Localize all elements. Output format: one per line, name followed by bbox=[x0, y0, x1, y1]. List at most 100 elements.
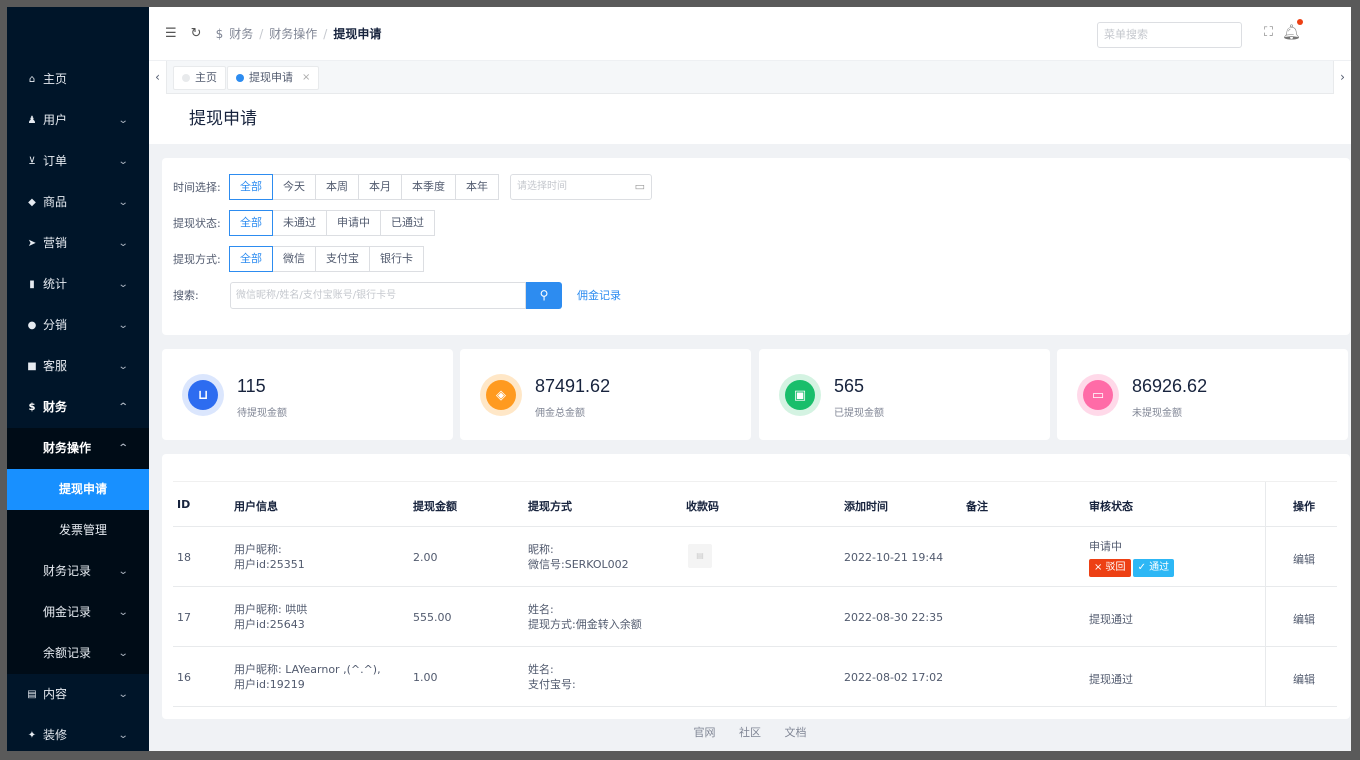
column-header: 备注 bbox=[966, 500, 988, 513]
time-option-year[interactable]: 本年 bbox=[455, 174, 499, 200]
chevron-up-icon: ⌃ bbox=[117, 443, 129, 454]
distribution-icon: ● bbox=[27, 320, 37, 331]
time-option-week[interactable]: 本周 bbox=[315, 174, 359, 200]
approve-button[interactable]: ✓ 通过 bbox=[1132, 559, 1175, 577]
commission-records-link[interactable]: 佣金记录 bbox=[577, 287, 621, 303]
tab-withdraw-apply[interactable]: 提现申请 × bbox=[227, 66, 320, 90]
cell-id: 18 bbox=[177, 551, 191, 564]
breadcrumb-item[interactable]: 财务操作 bbox=[269, 25, 317, 42]
time-option-month[interactable]: 本月 bbox=[358, 174, 402, 200]
method-option-alipay[interactable]: 支付宝 bbox=[315, 246, 370, 272]
method-line: 提现方式:佣金转入余额 bbox=[528, 618, 642, 631]
fullscreen-icon[interactable]: ⛶ bbox=[1264, 25, 1273, 40]
refresh-icon[interactable]: ↻ bbox=[191, 26, 202, 41]
sidebar-item-goods[interactable]: ◆ 商品 ⌄ bbox=[7, 182, 149, 223]
cell-user: 用户昵称: LAYearnor ,(^.^), 用户id:19219 bbox=[234, 662, 381, 692]
sidebar-item-content[interactable]: ▤ 内容 ⌄ bbox=[7, 674, 149, 715]
sidebar-item-orders[interactable]: ⊻ 订单 ⌄ bbox=[7, 141, 149, 182]
logo-area bbox=[7, 7, 149, 59]
status-filter-row: 提现状态: 全部 未通过 申请中 已通过 bbox=[173, 210, 435, 236]
sidebar-item-distribution[interactable]: ● 分销 ⌄ bbox=[7, 305, 149, 346]
op-cell: 编辑 bbox=[1265, 587, 1337, 646]
sidebar-item-finance-records[interactable]: 财务记录 ⌄ bbox=[7, 551, 149, 592]
sidebar-item-finance-ops[interactable]: 财务操作 ⌃ bbox=[7, 428, 149, 469]
sidebar-item-commission-records[interactable]: 佣金记录 ⌄ bbox=[7, 592, 149, 633]
tab-home[interactable]: 主页 bbox=[173, 66, 226, 90]
app-frame: ⌂ 主页 ♟ 用户 ⌄ ⊻ 订单 ⌄ ◆ 商品 ⌄ ➤ 营销 ⌄ ▮ 统计 ⌄ bbox=[7, 7, 1351, 751]
sidebar-item-decoration[interactable]: ✦ 装修 ⌄ bbox=[7, 715, 149, 751]
search-button[interactable]: ⚲ bbox=[526, 281, 562, 309]
filter-card: 时间选择: 全部 今天 本周 本月 本季度 本年 请选择时间 ▭ 提现状态: 全… bbox=[162, 158, 1350, 335]
method-option-all[interactable]: 全部 bbox=[229, 246, 273, 272]
user-id: 用户id:19219 bbox=[234, 678, 305, 691]
method-option-bank[interactable]: 银行卡 bbox=[369, 246, 424, 272]
edit-link[interactable]: 编辑 bbox=[1293, 551, 1315, 567]
search-input[interactable]: 微信昵称/姓名/支付宝账号/银行卡号 bbox=[230, 281, 526, 309]
dollar-icon: $ bbox=[215, 26, 224, 41]
menu-search-input[interactable]: 菜单搜索 bbox=[1097, 22, 1242, 48]
sidebar-item-balance-records[interactable]: 余额记录 ⌄ bbox=[7, 633, 149, 674]
menu-fold-icon[interactable]: ☰ bbox=[165, 26, 177, 41]
footer-link-official[interactable]: 官网 bbox=[694, 726, 716, 739]
breadcrumb-item[interactable]: 财务 bbox=[229, 25, 253, 42]
sidebar-item-statistics[interactable]: ▮ 统计 ⌄ bbox=[7, 264, 149, 305]
status-option-approved[interactable]: 已通过 bbox=[380, 210, 435, 236]
column-header: 提现方式 bbox=[528, 500, 572, 513]
footer-link-docs[interactable]: 文档 bbox=[785, 726, 807, 739]
sidebar-item-label: 佣金记录 bbox=[43, 605, 92, 619]
sidebar-item-label: 用户 bbox=[43, 113, 68, 127]
sidebar-item-finance[interactable]: $ 财务 ⌃ bbox=[7, 387, 149, 428]
sidebar-item-home[interactable]: ⌂ 主页 bbox=[7, 59, 149, 100]
method-line: 昵称: bbox=[528, 543, 554, 556]
time-filter-row: 时间选择: 全部 今天 本周 本月 本季度 本年 请选择时间 ▭ bbox=[173, 174, 652, 200]
status-option-rejected[interactable]: 未通过 bbox=[272, 210, 327, 236]
sidebar-item-service[interactable]: ■ 客服 ⌄ bbox=[7, 346, 149, 387]
status-option-pending[interactable]: 申请中 bbox=[326, 210, 381, 236]
stat-card-commission-total: ◈ 87491.62 佣金总金额 bbox=[460, 349, 751, 440]
method-line: 支付宝号: bbox=[528, 678, 576, 691]
status-text: 申请中 bbox=[1089, 540, 1122, 553]
qrcode-thumbnail[interactable]: ▤ bbox=[688, 544, 712, 568]
edit-link[interactable]: 编辑 bbox=[1293, 671, 1315, 687]
status-option-all[interactable]: 全部 bbox=[229, 210, 273, 236]
time-option-all[interactable]: 全部 bbox=[229, 174, 273, 200]
cell-method: 姓名: 支付宝号: bbox=[528, 662, 576, 692]
close-icon[interactable]: × bbox=[302, 66, 310, 90]
time-option-quarter[interactable]: 本季度 bbox=[401, 174, 456, 200]
dollar-icon: $ bbox=[28, 402, 36, 413]
table-row: 17 用户昵称: 哄哄 用户id:25643 555.00 姓名: 提现方式:佣… bbox=[173, 587, 1337, 647]
chevron-left-icon[interactable]: ‹ bbox=[149, 61, 167, 94]
sidebar-item-label: 订单 bbox=[43, 154, 68, 168]
sidebar-item-invoice[interactable]: 发票管理 bbox=[7, 510, 149, 551]
date-range-picker[interactable]: 请选择时间 ▭ bbox=[510, 174, 652, 200]
time-option-today[interactable]: 今天 bbox=[272, 174, 316, 200]
chevron-down-icon: ⌄ bbox=[117, 566, 129, 577]
bell-icon[interactable]: 🔔︎ bbox=[1282, 23, 1301, 41]
tab-dot-icon bbox=[236, 74, 244, 82]
chevron-down-icon: ⌄ bbox=[117, 730, 129, 741]
reject-button[interactable]: × 驳回 bbox=[1089, 559, 1131, 577]
breadcrumb-current: 提现申请 bbox=[333, 27, 382, 41]
sidebar-item-marketing[interactable]: ➤ 营销 ⌄ bbox=[7, 223, 149, 264]
user-id: 用户id:25351 bbox=[234, 558, 305, 571]
withdraw-table: ID 用户信息 提现金额 提现方式 收款码 添加时间 备注 审核状态 操作 18… bbox=[173, 481, 1337, 707]
method-option-wechat[interactable]: 微信 bbox=[272, 246, 316, 272]
sidebar-item-users[interactable]: ♟ 用户 ⌄ bbox=[7, 100, 149, 141]
stat-icon-bg: ⊔ bbox=[182, 374, 224, 416]
edit-link[interactable]: 编辑 bbox=[1293, 611, 1315, 627]
sidebar-item-label: 财务记录 bbox=[43, 564, 92, 578]
page-title: 提现申请 bbox=[149, 94, 1351, 144]
cell-user: 用户昵称: 哄哄 用户id:25643 bbox=[234, 602, 307, 632]
stat-value: 565 bbox=[834, 376, 865, 396]
column-header: ID bbox=[177, 498, 191, 511]
sidebar-item-label: 统计 bbox=[43, 277, 68, 291]
chevron-right-icon[interactable]: › bbox=[1333, 61, 1351, 94]
sidebar-item-withdraw-apply[interactable]: 提现申请 bbox=[7, 469, 149, 510]
chevron-down-icon: ⌄ bbox=[117, 156, 129, 167]
date-placeholder: 请选择时间 bbox=[517, 181, 567, 192]
footer-link-community[interactable]: 社区 bbox=[739, 726, 761, 739]
sidebar-item-label: 客服 bbox=[43, 359, 68, 373]
notification-dot bbox=[1297, 19, 1303, 25]
stat-label: 佣金总金额 bbox=[535, 408, 585, 419]
user-icon: ♟ bbox=[27, 115, 37, 126]
